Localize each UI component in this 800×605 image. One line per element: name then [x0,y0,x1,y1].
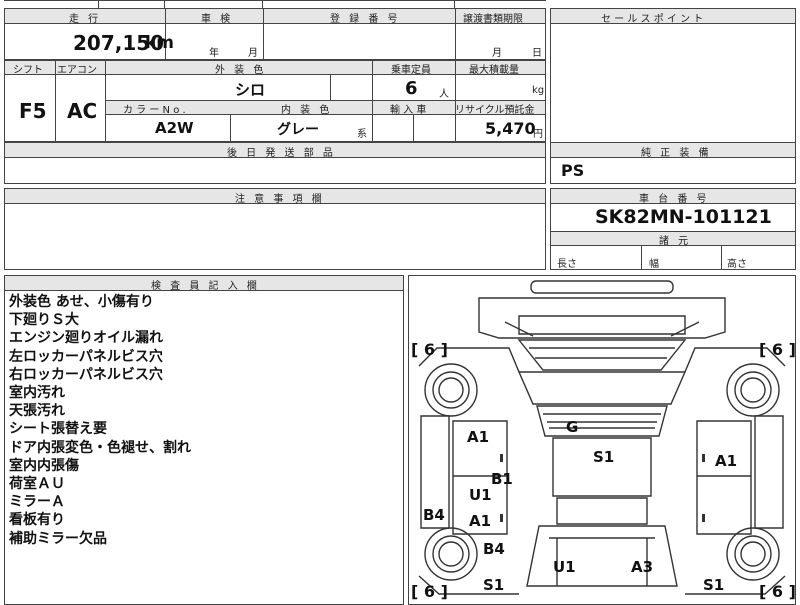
damage-mark: B4 [423,506,445,524]
inspector-note: 右ロッカーパネルビス穴 [9,366,163,383]
damage-mark: A1 [715,452,738,470]
inspector-note: 室内汚れ [9,385,65,402]
max-load-unit: kg [532,85,545,96]
chassis-label: 車 台 番 号 [639,194,710,205]
damage-mark: S1 [483,576,505,594]
width-label: 幅 [649,259,659,270]
damage-mark: S1 [593,448,615,466]
damage-mark: B1 [491,470,513,488]
recycle-value: 5,470 [485,119,536,138]
exterior-color-label: 外 装 色 [215,65,267,76]
genuine-equipment-value: PS [561,161,585,180]
inspector-notes-list: 外装色 あせ、小傷有り 下廻りＳ大 エンジン廻りオイル漏れ 左ロッカーパネルビス穴 右ロ… [9,293,191,548]
wheel-rear-right [726,527,780,581]
inspection-month: 月 [248,48,258,59]
specs-table: シフト エアコン 外 装 色 乗車定員 最大積載量 カ ラ ー N o . 内 … [4,60,546,142]
chassis-value: SK82MN-101121 [595,206,772,228]
inspector-note: 外装色 あせ、小傷有り [9,294,154,310]
dimensions-label: 諸 元 [659,236,692,247]
sales-point-label: セ ー ル ス ポ イ ン ト [601,14,704,25]
damage-mark: S1 [703,576,725,594]
inspector-label: 検 査 員 記 入 欄 [151,281,260,292]
length-label: 長さ [557,259,577,270]
inspector-notes-box: 検 査 員 記 入 欄 外装色 あせ、小傷有り 下廻りＳ大 エンジン廻りオイル漏れ左… [4,275,404,605]
tire-count-rear-left: [ 6 ] [411,582,448,601]
interior-color-value: グレー [277,122,319,138]
recycle-unit: 円 [533,129,543,140]
exterior-color-value: シロ [235,81,266,99]
max-load-label: 最大積載量 [469,65,519,76]
shift-value: F5 [19,99,47,123]
later-parts-box: 後 日 発 送 部 品 [4,142,546,184]
chassis-box: 車 台 番 号 SK82MN-101121 諸 元 長さ 幅 高さ [550,188,796,270]
recycle-label: リサイクル預託金 [455,105,535,116]
aircon-value: AC [67,99,98,123]
damage-mark: G [566,418,579,436]
inspector-note: 室内内張傷 [9,457,79,474]
tire-count-rear-right: [ 6 ] [759,582,796,601]
inspector-note: 看板有り [9,512,65,529]
tire-count-front-left: [ 6 ] [411,340,448,359]
capacity-label: 乗車定員 [391,65,431,76]
registration-label: 登 録 番 号 [330,14,401,25]
damage-mark: A1 [467,428,490,446]
inspector-note: 補助ミラー欠品 [9,530,107,547]
color-no-label: カ ラ ー N o . [123,105,186,116]
inspector-note: 天張汚れ [9,403,65,420]
caution-box: 注 意 事 項 欄 [4,188,546,270]
genuine-equipment-box: 純 正 装 備 PS [550,142,796,184]
wheel-rear-left [424,527,478,581]
shift-label: シフト [13,65,43,76]
capacity-value: 6 [405,78,418,99]
caution-label: 注 意 事 項 欄 [235,194,325,205]
mileage-label: 走 行 [69,14,102,25]
genuine-equipment-label: 純 正 装 備 [641,148,712,159]
vehicle-diagram-box: [ 6 ] [ 6 ] [ 6 ] [ 6 ] G A1 S1 A1 B1 U1… [408,275,796,605]
damage-mark: B4 [483,540,505,558]
height-label: 高さ [727,259,747,270]
aircon-label: エアコン [57,65,97,76]
inspection-label: 車 検 [201,14,234,25]
wheel-front-left [424,363,478,417]
mileage-unit: km [145,33,175,53]
inspector-note: シート張替え要 [9,421,107,438]
inspector-note: ミラーＡ [9,494,65,511]
sales-point-box: セ ー ル ス ポ イ ン ト [550,8,796,144]
cargo-floor [552,437,652,497]
cab-roof-outline [478,297,726,339]
damage-mark: A3 [631,558,654,576]
mileage-inspection-table: 走 行 車 検 登 録 番 号 譲渡書類期限 207,150 km 年 月 月 … [4,8,546,60]
cab-body [517,371,687,405]
transfer-day: 日 [532,48,542,59]
capacity-unit: 人 [439,89,449,100]
windshield [517,339,687,371]
inspection-year: 年 [209,48,219,59]
inspector-note: 下廻りＳ大 [9,312,79,329]
damage-mark: U1 [469,486,492,504]
transfer-doc-label: 譲渡書類期限 [463,14,523,25]
inspector-note: 左ロッカーパネルビス穴 [9,348,163,365]
damage-mark: A1 [469,512,492,530]
tire-count-front-right: [ 6 ] [759,340,796,359]
rear-section [526,525,678,587]
inspector-note: エンジン廻りオイル漏れ [9,330,163,347]
import-label: 輸 入 車 [390,105,427,116]
color-no-value: A2W [155,119,194,137]
interior-color-label: 内 装 色 [281,105,333,116]
interior-color-suffix: 系 [357,129,367,140]
inspector-note: ドア内張変色・色褪せ、割れ [9,439,191,456]
inspector-note: 荷室ＡＵ [9,476,65,493]
wheel-front-right [726,363,780,417]
later-parts-label: 後 日 発 送 部 品 [227,148,336,159]
damage-mark: U1 [553,558,576,576]
transfer-month: 月 [492,48,502,59]
front-bumper [530,280,674,294]
